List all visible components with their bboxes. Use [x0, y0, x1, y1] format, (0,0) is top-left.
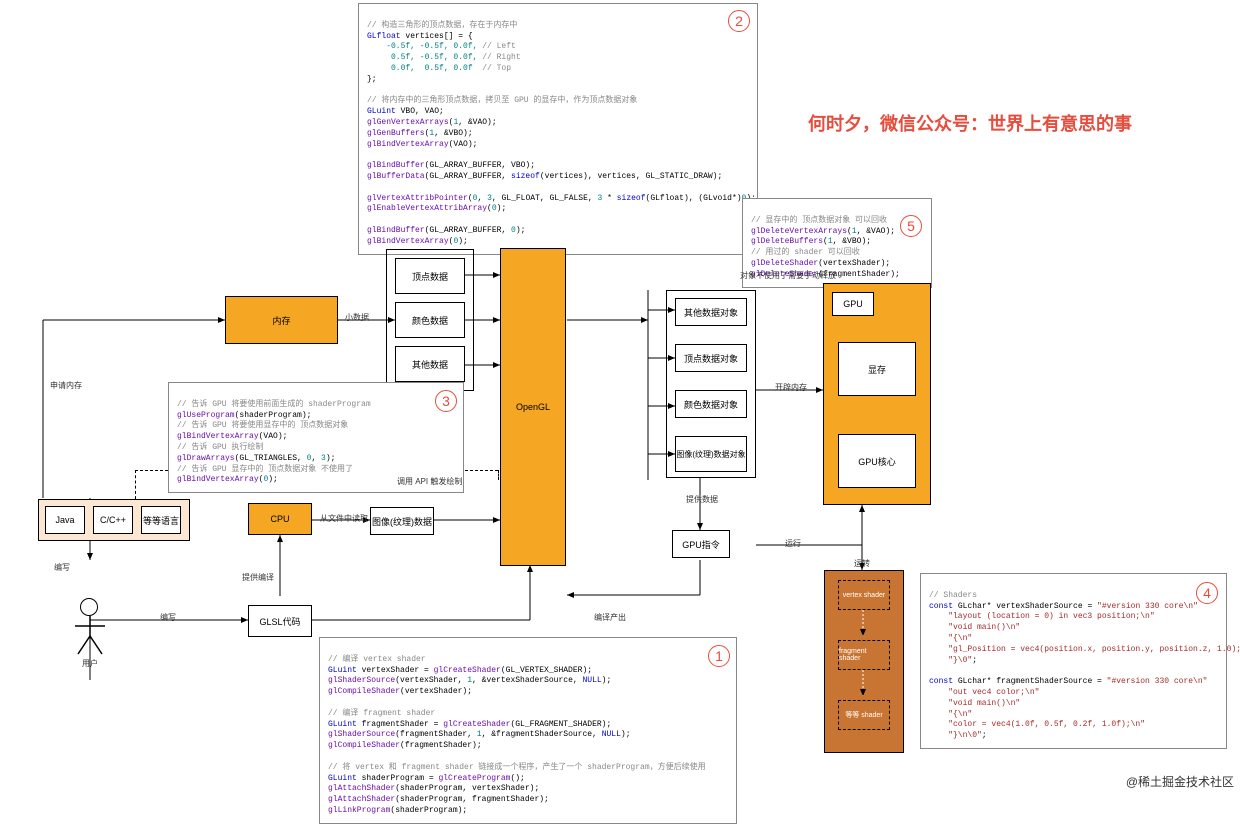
glsl-box: GLSL代码 [248, 605, 312, 637]
opengl-box: OpenGL [500, 248, 566, 566]
code-box-2: // 构造三角形的顶点数据，存在于内存中 GLfloat vertices[] … [358, 3, 758, 255]
watermark: @稀土掘金技术社区 [1126, 773, 1234, 790]
step-1-icon: 1 [708, 645, 730, 667]
gpu-cmd: GPU指令 [672, 530, 730, 558]
vertex-obj: 顶点数据对象 [675, 344, 747, 372]
lang-cpp: C/C++ [93, 506, 133, 534]
step-4-icon: 4 [1196, 582, 1218, 604]
step-2-icon: 2 [728, 10, 750, 32]
vs-box: vertex shader [838, 580, 890, 610]
gpu-label: GPU [832, 292, 874, 316]
cpu-box: CPU [248, 503, 312, 535]
lang-other: 等等语言 [141, 506, 181, 534]
gpu-mem: 显存 [838, 342, 916, 396]
actor-icon [80, 598, 98, 616]
step-5-icon: 5 [900, 215, 922, 237]
gpu-core: GPU核心 [838, 434, 916, 488]
other-obj: 其他数据对象 [675, 298, 747, 326]
lang-java: Java [45, 506, 85, 534]
actor-label: 用户 [82, 658, 98, 669]
code-box-4: // Shaders const GLchar* vertexShaderSou… [920, 573, 1227, 749]
title-text: 何时夕，微信公众号：世界上有意思的事 [808, 110, 1132, 136]
memory-box: 内存 [225, 296, 338, 344]
tex-obj: 图像(纹理)数据对象 [675, 436, 747, 472]
color-obj: 颜色数据对象 [675, 390, 747, 418]
texture-data: 图像(纹理)数据 [370, 507, 434, 535]
step-3-icon: 3 [435, 390, 457, 412]
